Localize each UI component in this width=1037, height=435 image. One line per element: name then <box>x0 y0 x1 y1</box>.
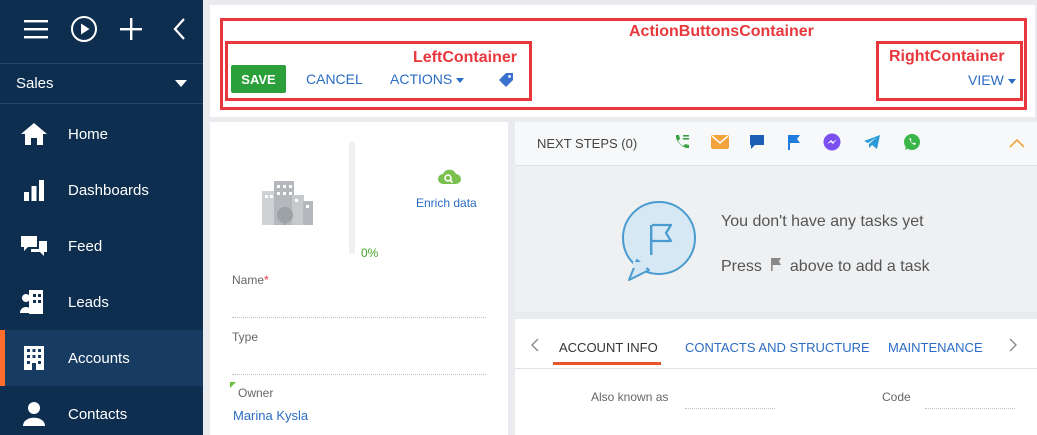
small-flag-icon <box>770 257 782 276</box>
sidebar-item-label: Dashboards <box>68 181 149 199</box>
empty-tasks-title: You don't have any tasks yet <box>721 213 924 230</box>
messenger-icon[interactable] <box>823 133 841 154</box>
sidebar-item-label: Accounts <box>68 349 130 367</box>
also-known-as-input[interactable] <box>685 408 775 409</box>
chevron-right-icon <box>1009 338 1017 352</box>
play-circle-icon <box>70 15 98 48</box>
sidebar: Sales Home Dashboards Feed Leads Account… <box>0 0 203 435</box>
sidebar-item-label: Contacts <box>68 405 128 423</box>
add-button[interactable] <box>108 0 156 64</box>
sidebar-item-label: Home <box>68 125 109 143</box>
chat-icon <box>0 234 68 258</box>
tabs-scroll-left[interactable] <box>531 338 539 355</box>
home-icon <box>0 121 68 147</box>
type-field-label: Type <box>232 330 259 344</box>
tab-account-info[interactable]: ACCOUNT INFO <box>559 340 658 355</box>
plus-icon <box>120 18 143 45</box>
completeness-bar <box>349 142 355 254</box>
lead-icon <box>0 289 68 315</box>
name-label-text: Name <box>232 273 265 287</box>
owner-field-label: Owner <box>238 386 274 400</box>
active-tab-underline <box>553 362 661 365</box>
person-icon <box>0 401 68 427</box>
tabs-panel: ACCOUNT INFO CONTACTS AND STRUCTURE MAIN… <box>515 319 1037 435</box>
next-steps-panel: NEXT STEPS (0) You don't have any tasks … <box>515 122 1037 312</box>
type-input[interactable] <box>232 374 486 375</box>
empty-tasks-hint: Press above to add a task <box>721 257 930 276</box>
sidebar-item-label: Leads <box>68 293 109 311</box>
telegram-icon[interactable] <box>863 134 881 153</box>
collapse-button[interactable] <box>155 0 203 64</box>
buildings-placeholder-icon <box>258 181 316 229</box>
cloud-search-icon <box>437 169 461 190</box>
owner-marker <box>230 382 236 388</box>
workplace-selector[interactable]: Sales <box>0 64 203 104</box>
bar-chart-icon <box>0 178 68 202</box>
next-steps-title[interactable]: NEXT STEPS (0) <box>537 136 637 151</box>
sidebar-item-dashboards[interactable]: Dashboards <box>0 162 203 218</box>
enrich-icon-button[interactable] <box>437 168 461 191</box>
building-icon <box>0 345 68 371</box>
sidebar-item-leads[interactable]: Leads <box>0 274 203 330</box>
name-field-label: Name* <box>232 273 269 287</box>
code-input[interactable] <box>925 408 1015 409</box>
tab-contacts-and-structure[interactable]: CONTACTS AND STRUCTURE <box>685 340 870 355</box>
completeness-percent: 0% <box>361 246 379 260</box>
message-icon[interactable] <box>749 134 765 153</box>
flag-icon[interactable] <box>787 134 801 153</box>
sidebar-item-label: Feed <box>68 237 103 255</box>
call-icon[interactable] <box>673 133 691 154</box>
whatsapp-icon[interactable] <box>903 133 921 154</box>
required-mark: * <box>264 273 269 287</box>
sidebar-item-contacts[interactable]: Contacts <box>0 386 203 435</box>
name-input[interactable] <box>232 317 486 318</box>
tabs-bar: ACCOUNT INFO CONTACTS AND STRUCTURE MAIN… <box>515 319 1037 369</box>
annotation-label-action-buttons: ActionButtonsContainer <box>629 23 814 40</box>
profile-card: 0% Enrich data Name* Type Owner Marina K… <box>210 122 508 435</box>
owner-value-link[interactable]: Marina Kysla <box>233 408 308 423</box>
sidebar-item-feed[interactable]: Feed <box>0 218 203 274</box>
hint-above-text: above to add a task <box>789 257 930 275</box>
chevron-left-icon <box>531 338 539 352</box>
enrich-data-link[interactable]: Enrich data <box>416 196 477 210</box>
sidebar-item-accounts[interactable]: Accounts <box>0 330 203 386</box>
process-button[interactable] <box>60 0 108 64</box>
sidebar-item-home[interactable]: Home <box>0 106 203 162</box>
account-logo[interactable] <box>258 177 316 230</box>
annotation-label-left: LeftContainer <box>413 49 517 66</box>
empty-flag-bubble-icon <box>619 200 699 287</box>
nav-list: Home Dashboards Feed Leads Accounts Cont… <box>0 104 203 435</box>
tab-maintenance[interactable]: MAINTENANCE <box>888 340 983 355</box>
code-label: Code <box>882 390 911 404</box>
caret-down-icon <box>175 75 187 92</box>
hamburger-icon <box>23 19 48 44</box>
annotation-label-right: RightContainer <box>889 48 1005 65</box>
email-icon[interactable] <box>711 135 730 152</box>
tabs-scroll-right[interactable] <box>1009 338 1017 355</box>
also-known-as-label: Also known as <box>591 390 669 404</box>
menu-button[interactable] <box>12 0 60 64</box>
hint-press-text: Press <box>721 257 762 275</box>
next-steps-header: NEXT STEPS (0) <box>515 122 1037 166</box>
sidebar-topbar <box>0 0 203 64</box>
collapse-chevron-up-icon[interactable] <box>1009 136 1025 151</box>
workplace-label: Sales <box>16 75 54 92</box>
chevron-left-icon <box>172 17 186 46</box>
